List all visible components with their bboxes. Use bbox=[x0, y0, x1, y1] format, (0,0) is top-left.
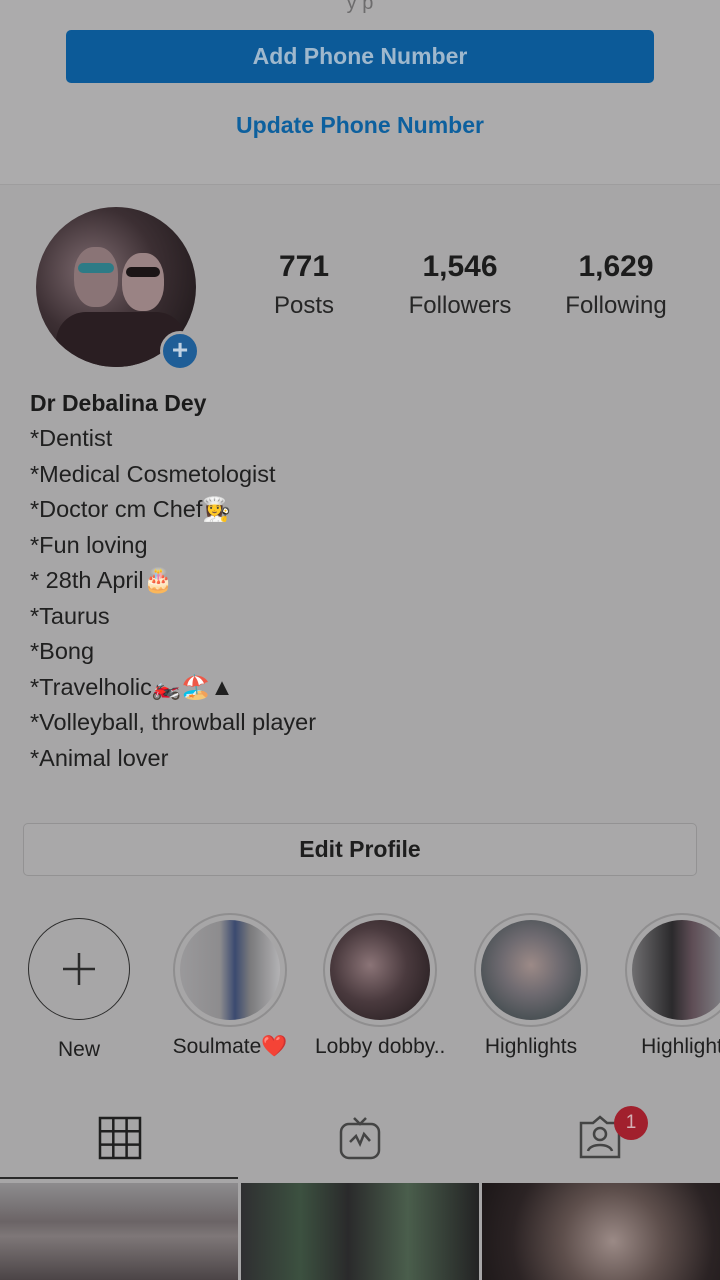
posts-stat[interactable]: 771 Posts bbox=[226, 250, 382, 320]
following-stat[interactable]: 1,629 Following bbox=[538, 250, 694, 320]
highlight-label: Highlights bbox=[484, 1035, 578, 1058]
highlight-thumbnail bbox=[180, 920, 280, 1020]
tab-tagged[interactable] bbox=[480, 1100, 720, 1180]
profile-name: Dr Debalina Dey bbox=[30, 390, 207, 416]
bio-line: *Doctor cm Chef👩‍🍳 bbox=[30, 496, 232, 522]
post-thumbnail[interactable] bbox=[241, 1183, 479, 1280]
highlight-label: Soulmate❤️ bbox=[172, 1035, 288, 1058]
highlight-label: Highlight bbox=[641, 1035, 720, 1058]
followers-count: 1,546 bbox=[422, 250, 498, 283]
update-phone-number-link[interactable]: Update Phone Number bbox=[0, 112, 720, 139]
igtv-icon bbox=[338, 1114, 382, 1167]
bio-line: *Travelholic🏍️🏖️▲ bbox=[30, 673, 234, 700]
highlight-item[interactable]: Highlights bbox=[466, 913, 596, 1059]
tab-igtv[interactable] bbox=[240, 1100, 480, 1180]
tab-grid[interactable] bbox=[0, 1100, 240, 1180]
profile-tabs bbox=[0, 1100, 720, 1180]
edit-profile-button[interactable]: Edit Profile bbox=[23, 823, 697, 876]
bio-line: *Dentist bbox=[30, 425, 113, 451]
followers-stat[interactable]: 1,546 Followers bbox=[382, 250, 538, 320]
notification-badge: 1 bbox=[614, 1106, 648, 1140]
highlight-label: New bbox=[57, 1038, 100, 1061]
highlight-item[interactable]: Highlight bbox=[617, 913, 720, 1059]
posts-count: 771 bbox=[278, 250, 330, 283]
post-thumbnail[interactable] bbox=[0, 1183, 238, 1280]
followers-label: Followers bbox=[408, 292, 512, 319]
add-story-plus-icon[interactable]: + bbox=[160, 331, 200, 371]
add-phone-number-button[interactable]: Add Phone Number bbox=[66, 30, 654, 83]
following-label: Following bbox=[565, 292, 667, 319]
following-count: 1,629 bbox=[578, 250, 654, 283]
bio-line: *Volleyball, throwball player bbox=[30, 709, 317, 735]
highlight-thumbnail bbox=[632, 920, 720, 1020]
phone-prompt-panel: y p Add Phone Number Update Phone Number bbox=[0, 0, 720, 185]
bio-line: *Animal lover bbox=[30, 744, 169, 771]
bio-line: *Bong bbox=[30, 638, 95, 664]
bio-line: *Fun loving bbox=[30, 531, 148, 558]
profile-avatar[interactable]: + bbox=[36, 207, 200, 371]
highlight-item[interactable]: Soulmate❤️ bbox=[165, 913, 295, 1059]
bio-line: * 28th April🎂 bbox=[30, 567, 173, 593]
active-tab-indicator bbox=[0, 1177, 238, 1179]
story-highlights: New Soulmate❤️ Lobby dobby... Highlights… bbox=[0, 913, 720, 1063]
posts-grid bbox=[0, 1183, 720, 1280]
profile-bio: Dr Debalina Dey *Dentist *Medical Cosmet… bbox=[30, 388, 690, 777]
bio-line: *Medical Cosmetologist bbox=[30, 460, 276, 487]
highlight-label: Lobby dobby... bbox=[315, 1035, 445, 1058]
bio-line: *Taurus bbox=[30, 602, 110, 629]
highlight-thumbnail bbox=[330, 920, 430, 1020]
highlight-item[interactable]: Lobby dobby... bbox=[315, 913, 445, 1059]
grid-icon bbox=[98, 1116, 142, 1165]
post-thumbnail[interactable] bbox=[482, 1183, 720, 1280]
highlight-thumbnail bbox=[481, 920, 581, 1020]
profile-stats: 771 Posts 1,546 Followers 1,629 Followin… bbox=[226, 250, 696, 320]
highlight-new[interactable]: New bbox=[14, 913, 144, 1062]
posts-label: Posts bbox=[273, 292, 335, 319]
phone-prompt-text: y p bbox=[346, 0, 374, 14]
plus-icon bbox=[28, 918, 130, 1020]
